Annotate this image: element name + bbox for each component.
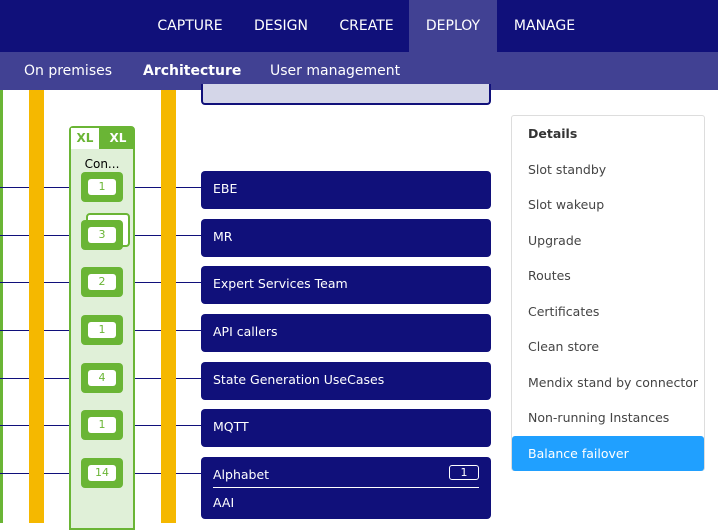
card-label: API callers [213, 324, 278, 339]
badge-count: 1 [88, 322, 116, 338]
divider [213, 487, 479, 488]
app-card[interactable]: API callers [201, 314, 491, 352]
menu-item[interactable]: Routes [512, 258, 704, 294]
card-count: 1 [449, 465, 479, 480]
top-nav: CAPTURE DESIGN CREATE DEPLOY MANAGE [0, 0, 718, 52]
context-menu: Details Slot standby Slot wakeup Upgrade Ro… [511, 115, 705, 471]
green-line [0, 90, 3, 523]
menu-item[interactable]: Slot wakeup [512, 187, 704, 223]
card-label: State Generation UseCases [213, 372, 385, 387]
instance-badge[interactable]: 2 [81, 267, 123, 297]
nav-deploy[interactable]: DEPLOY [409, 0, 497, 52]
column-title: Con... [84, 157, 120, 171]
badge-count: 2 [88, 274, 116, 290]
subnav-on-premises[interactable]: On premises [24, 52, 112, 90]
app-card[interactable]: Expert Services Team [201, 266, 491, 304]
menu-item[interactable]: Mendix stand by connector [512, 365, 704, 401]
menu-item[interactable]: Non-running Instances [512, 400, 704, 436]
badge-count: 3 [88, 227, 116, 243]
card-label: MR [213, 229, 233, 244]
yellow-bar [161, 90, 176, 523]
app-card[interactable]: State Generation UseCases [201, 362, 491, 400]
badge-count: 1 [88, 179, 116, 195]
menu-header: Details [528, 126, 578, 141]
nav-design[interactable]: DESIGN [238, 0, 324, 52]
nav-create[interactable]: CREATE [324, 0, 409, 52]
card-label: EBE [213, 181, 238, 196]
instance-badge[interactable]: 14 [81, 458, 123, 488]
menu-item[interactable]: Slot standby [512, 152, 704, 188]
app-card[interactable]: MR [201, 219, 491, 257]
size-badge: XL [71, 128, 99, 149]
card-label: Expert Services Team [213, 276, 348, 291]
menu-item[interactable]: Upgrade [512, 223, 704, 259]
app-card[interactable]: Alphabet 1 AAI [201, 457, 491, 519]
instance-badge[interactable]: 1 [81, 172, 123, 202]
instance-badge[interactable]: 1 [81, 410, 123, 440]
app-card[interactable]: EBE [201, 171, 491, 209]
instance-badge[interactable]: 1 [81, 315, 123, 345]
yellow-bar [29, 90, 44, 523]
instance-badge[interactable]: 4 [81, 363, 123, 393]
badge-count: 4 [88, 370, 116, 386]
menu-item[interactable]: Clean store [512, 329, 704, 365]
nav-capture[interactable]: CAPTURE [142, 0, 238, 52]
nav-manage[interactable]: MANAGE [497, 0, 592, 52]
instance-badge[interactable]: 3 [81, 220, 123, 250]
card-sublabel: AAI [213, 495, 235, 510]
partial-card[interactable] [201, 84, 491, 105]
badge-count: 14 [88, 465, 116, 481]
badge-count: 1 [88, 417, 116, 433]
menu-item[interactable]: Balance failover [512, 435, 704, 471]
menu-item[interactable]: Certificates [512, 294, 704, 330]
app-card[interactable]: MQTT [201, 409, 491, 447]
card-label: MQTT [213, 419, 249, 434]
card-label: Alphabet [213, 467, 270, 482]
size-badge: XL [109, 131, 127, 145]
